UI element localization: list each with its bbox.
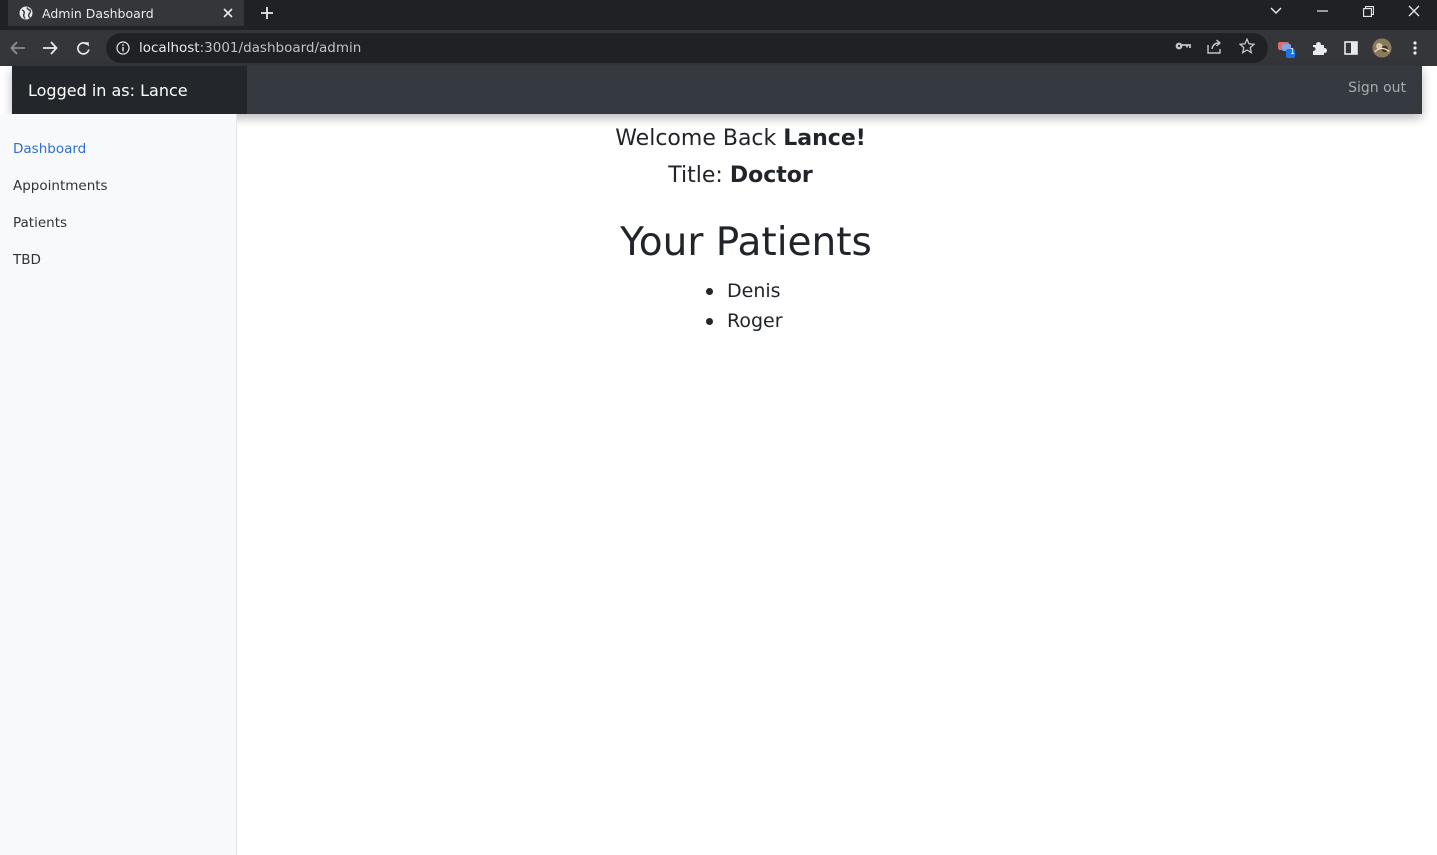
url-host: localhost (139, 40, 200, 56)
patient-list: Denis Roger (706, 278, 783, 338)
extensions-puzzle-icon[interactable] (1309, 38, 1329, 58)
close-tab-icon[interactable] (218, 3, 238, 23)
bookmark-star-icon[interactable] (1238, 37, 1256, 55)
side-panel-icon[interactable] (1341, 38, 1361, 58)
title-value: Doctor (729, 163, 813, 188)
url-text: localhost:3001/dashboard/admin (139, 40, 361, 56)
minimize-icon[interactable] (1302, 0, 1342, 22)
patients-heading: Your Patients (620, 220, 872, 265)
browser-menu-icon[interactable] (1405, 38, 1425, 58)
patient-name: Denis (727, 280, 781, 302)
new-tab-icon[interactable] (256, 2, 278, 24)
sidebar: Dashboard Appointments Patients TBD (0, 114, 237, 855)
welcome-heading: Welcome Back Lance! (237, 126, 1244, 151)
tab-search-chevron-icon[interactable] (1256, 0, 1296, 22)
tab-title: Admin Dashboard (42, 5, 154, 21)
address-bar[interactable]: localhost:3001/dashboard/admin (106, 33, 1268, 63)
key-icon[interactable] (1174, 37, 1192, 55)
logged-in-brand: Logged in as: Lance (12, 66, 247, 114)
site-info-icon[interactable] (116, 41, 130, 55)
extension-badge-icon[interactable]: 1 (1277, 38, 1297, 58)
browser-tabstrip: Admin Dashboard (0, 0, 1437, 30)
profile-avatar[interactable] (1372, 38, 1392, 58)
browser-toolbar: localhost:3001/dashboard/admin 1 (0, 30, 1437, 66)
patient-name: Roger (727, 310, 783, 332)
title-prefix: Title: (668, 163, 730, 188)
list-item: Roger (706, 308, 783, 338)
sidebar-item-tbd[interactable]: TBD (13, 252, 41, 268)
app-header: Logged in as: Lance Sign out (12, 66, 1422, 114)
sign-out-link[interactable]: Sign out (1348, 80, 1406, 96)
forward-arrow-icon[interactable] (38, 36, 62, 60)
main-content: Welcome Back Lance! Title: Doctor Your P… (237, 114, 1437, 855)
restore-icon[interactable] (1348, 0, 1388, 22)
welcome-name: Lance! (783, 126, 866, 151)
bullet-icon (706, 288, 713, 295)
close-window-icon[interactable] (1394, 0, 1434, 22)
bullet-icon (706, 318, 713, 325)
sidebar-item-patients[interactable]: Patients (13, 215, 67, 231)
url-path: :3001/dashboard/admin (199, 40, 362, 56)
extension-badge-count: 1 (1290, 47, 1296, 56)
reload-icon[interactable] (71, 36, 95, 60)
title-heading: Title: Doctor (237, 163, 1244, 188)
browser-tab[interactable]: Admin Dashboard (8, 0, 244, 26)
sidebar-item-dashboard[interactable]: Dashboard (13, 141, 86, 157)
share-icon[interactable] (1206, 37, 1224, 55)
sidebar-item-appointments[interactable]: Appointments (13, 178, 108, 194)
globe-icon (18, 5, 34, 21)
back-arrow-icon[interactable] (6, 36, 30, 60)
list-item: Denis (706, 278, 783, 308)
welcome-prefix: Welcome Back (615, 126, 784, 151)
